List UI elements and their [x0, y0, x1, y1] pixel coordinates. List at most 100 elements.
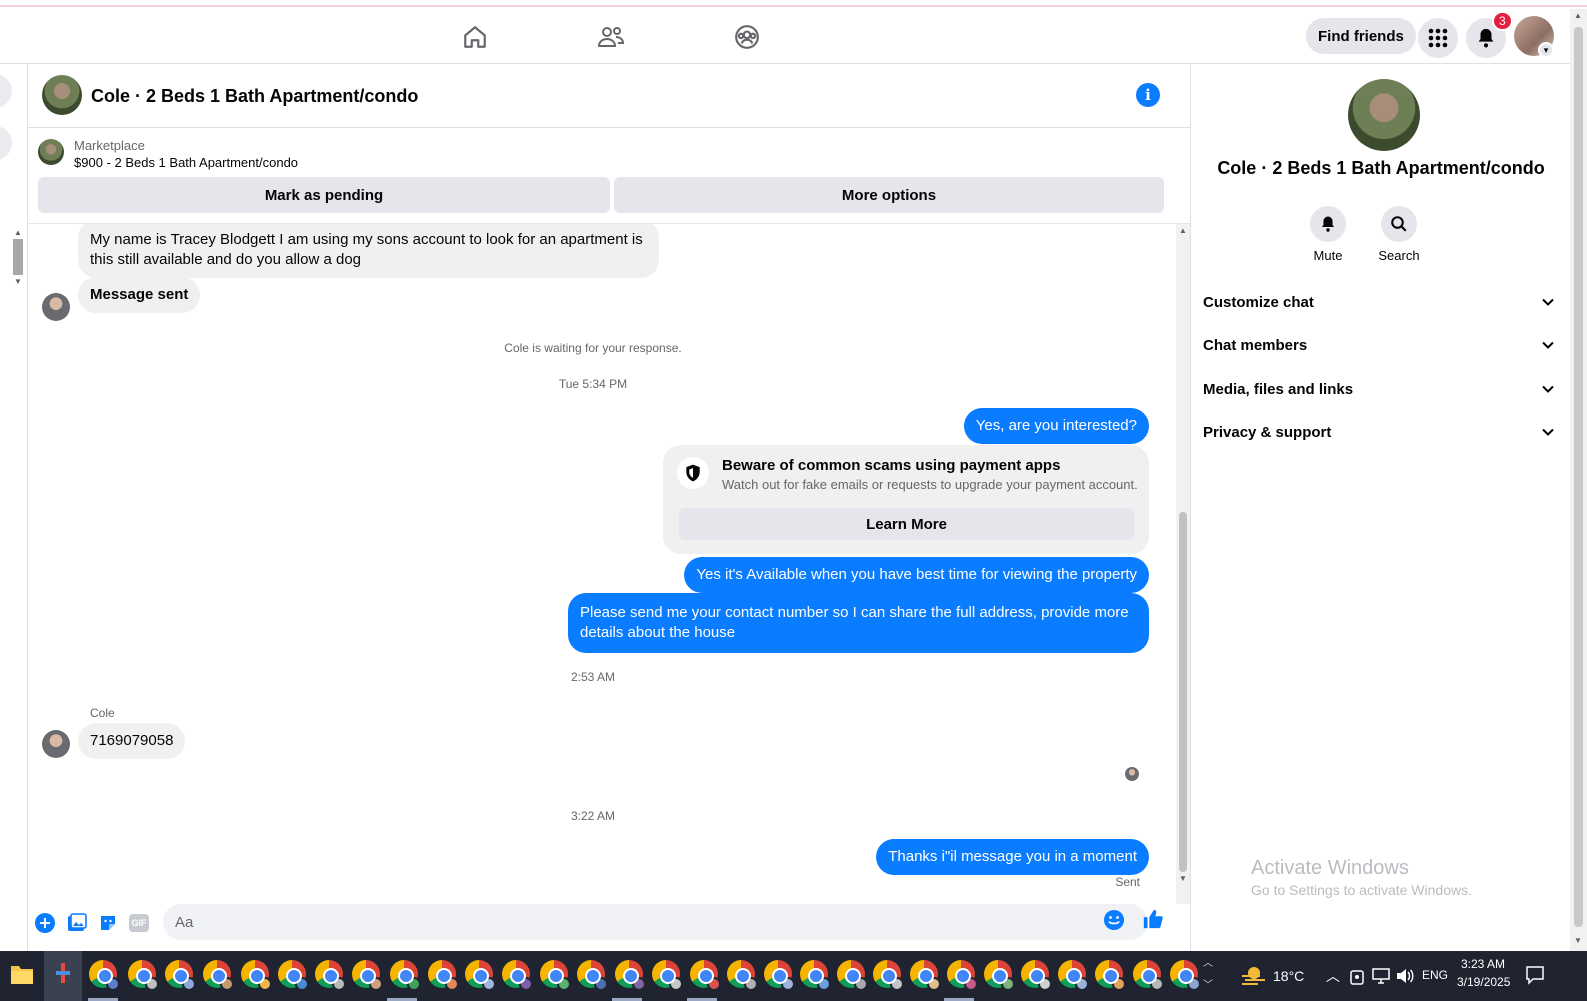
message-scrollbar[interactable]: ▲ ▼ [1176, 224, 1190, 904]
chrome-icon[interactable] [465, 960, 496, 991]
more-options-button[interactable]: More options [614, 177, 1164, 213]
chrome-icon[interactable] [764, 960, 795, 991]
chrome-icon[interactable] [873, 960, 904, 991]
page-scrollbar[interactable]: ▲ ▼ [1570, 9, 1587, 951]
emoji-icon[interactable] [1103, 909, 1125, 931]
like-icon[interactable] [1142, 908, 1164, 930]
network-icon[interactable] [1372, 968, 1390, 984]
chrome-icon[interactable] [540, 960, 571, 991]
home-icon[interactable] [459, 21, 491, 53]
mute-button[interactable]: Mute [1298, 206, 1358, 263]
chrome-icon[interactable] [1058, 960, 1089, 991]
file-explorer-button[interactable] [0, 951, 44, 1001]
message-outgoing: Thanks i"il message you in a moment [876, 839, 1149, 875]
mute-label: Mute [1313, 248, 1343, 263]
chrome-icon[interactable] [910, 960, 941, 991]
chat-members-row[interactable]: Chat members [1203, 331, 1555, 359]
chrome-icon[interactable] [203, 960, 234, 991]
search-label: Search [1378, 248, 1420, 263]
chrome-icon[interactable] [690, 960, 721, 991]
scroll-down-icon[interactable]: ▼ [1179, 874, 1187, 883]
chrome-icon[interactable] [241, 960, 272, 991]
scrollbar-thumb[interactable] [1179, 512, 1187, 872]
active-app-button[interactable] [44, 951, 82, 1001]
security-icon[interactable] [1350, 967, 1364, 985]
plus-icon[interactable] [34, 912, 56, 934]
temperature[interactable]: 18°C [1273, 968, 1304, 984]
chrome-icon[interactable] [1021, 960, 1052, 991]
chat-title[interactable]: Cole · 2 Beds 1 Bath Apartment/condo [91, 86, 418, 107]
privacy-support-row[interactable]: Privacy & support [1203, 418, 1555, 446]
message-list[interactable]: My name is Tracey Blodgett I am using my… [28, 224, 1176, 904]
clock-date[interactable]: 3/19/2025 [1457, 975, 1510, 989]
find-friends-button[interactable]: Find friends [1306, 18, 1416, 54]
photo-icon[interactable] [66, 912, 88, 934]
search-button[interactable]: Search [1369, 206, 1429, 263]
conversation-details-panel: Cole · 2 Beds 1 Bath Apartment/condo Mut… [1190, 64, 1570, 951]
section-label: Media, files and links [1203, 380, 1354, 398]
left-panel-chip[interactable] [0, 74, 12, 108]
chrome-icon[interactable] [1133, 960, 1164, 991]
chrome-icon[interactable] [727, 960, 758, 991]
left-panel-chip[interactable] [0, 126, 12, 160]
chrome-icon[interactable] [984, 960, 1015, 991]
language-indicator[interactable]: ENG [1422, 968, 1448, 982]
chrome-icon[interactable] [577, 960, 608, 991]
notifications-icon[interactable] [1525, 965, 1545, 985]
listing-avatar-large[interactable] [1348, 79, 1420, 151]
gif-icon[interactable]: GIF [128, 912, 150, 934]
listing-thumbnail-small[interactable] [38, 139, 64, 165]
groups-icon[interactable] [731, 21, 763, 53]
left-scrollbar[interactable]: ▲ ▼ [12, 228, 24, 296]
watermark-title: Activate Windows [1251, 857, 1409, 879]
sticker-icon[interactable] [97, 912, 119, 934]
listing-thumbnail[interactable] [42, 75, 82, 115]
activate-windows-watermark: Activate Windows Go to Settings to activ… [1251, 857, 1472, 898]
chrome-icon[interactable] [837, 960, 868, 991]
watermark-subtitle: Go to Settings to activate Windows. [1251, 882, 1472, 898]
taskbar-overflow-arrows[interactable]: ︿ ﹀ [1203, 953, 1213, 997]
sender-avatar[interactable] [42, 293, 70, 321]
chrome-icon[interactable] [89, 960, 120, 991]
info-icon[interactable]: i [1136, 83, 1160, 107]
friends-icon[interactable] [595, 21, 627, 53]
scroll-down-icon[interactable]: ▼ [1574, 936, 1582, 945]
media-files-links-row[interactable]: Media, files and links [1203, 375, 1555, 403]
chrome-icon[interactable] [1095, 960, 1126, 991]
chrome-icon[interactable] [278, 960, 309, 991]
message-incoming[interactable]: 7169079058 [78, 723, 186, 759]
chrome-icon[interactable] [615, 960, 646, 991]
app-icon [56, 963, 70, 983]
clock-time[interactable]: 3:23 AM [1461, 957, 1505, 971]
listing-title[interactable]: $900 - 2 Beds 1 Bath Apartment/condo [74, 155, 298, 170]
chevron-down-icon [1542, 298, 1554, 306]
chrome-icon[interactable] [315, 960, 346, 991]
learn-more-button[interactable]: Learn More [679, 508, 1134, 540]
chrome-icon[interactable] [652, 960, 683, 991]
weather-icon[interactable] [1240, 964, 1268, 986]
scam-warning-card: Beware of common scams using payment app… [663, 445, 1149, 554]
shield-icon [677, 457, 709, 489]
chrome-icon[interactable] [128, 960, 159, 991]
chrome-icon[interactable] [165, 960, 196, 991]
sender-avatar[interactable] [42, 730, 70, 758]
chrome-icon[interactable] [352, 960, 383, 991]
chrome-icon[interactable] [428, 960, 459, 991]
chrome-icon[interactable] [502, 960, 533, 991]
chevron-up-icon[interactable]: ︿ [1326, 966, 1340, 986]
scrollbar-thumb[interactable] [1574, 27, 1583, 927]
menu-grid-icon[interactable] [1418, 18, 1458, 58]
chrome-icon[interactable] [390, 960, 421, 991]
section-label: Privacy & support [1203, 423, 1332, 441]
scroll-up-icon[interactable]: ▲ [1574, 11, 1582, 20]
volume-icon[interactable] [1396, 968, 1414, 984]
chrome-icon[interactable] [1170, 960, 1201, 991]
chrome-icon[interactable] [947, 960, 978, 991]
message-composer: GIF Aa [28, 904, 1190, 951]
mark-as-pending-button[interactable]: Mark as pending [38, 177, 610, 213]
chrome-icon[interactable] [800, 960, 831, 991]
scroll-up-icon[interactable]: ▲ [1179, 226, 1187, 235]
message-input[interactable]: Aa [163, 904, 1148, 940]
chevron-down-icon[interactable]: ▾ [1538, 42, 1554, 58]
customize-chat-row[interactable]: Customize chat [1203, 288, 1555, 316]
